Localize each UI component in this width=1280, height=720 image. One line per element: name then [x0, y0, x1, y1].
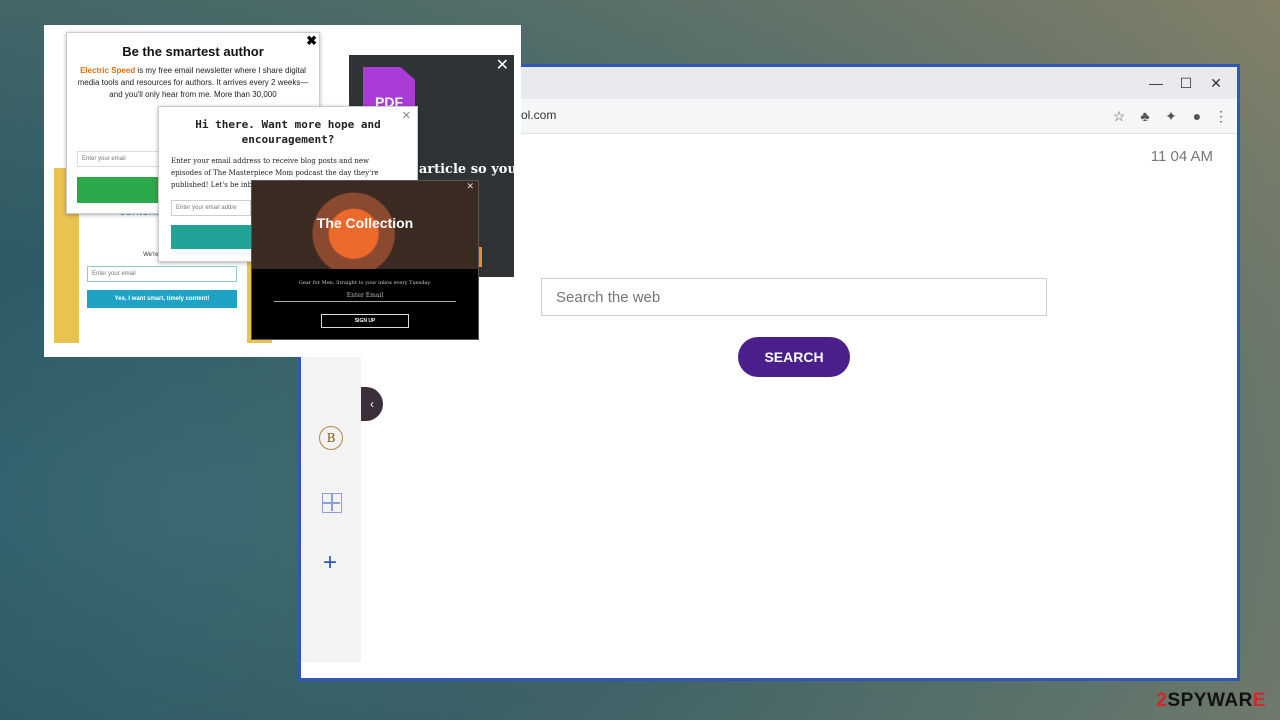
- close-icon[interactable]: ✖: [306, 33, 317, 49]
- hope-email-input[interactable]: Enter your email addre: [171, 200, 251, 216]
- author-popup-body: Electric Speed is my free email newslett…: [77, 65, 309, 101]
- search-button[interactable]: SEARCH: [738, 337, 850, 377]
- author-popup-title: Be the smartest author: [122, 44, 264, 59]
- brand-link[interactable]: Electric Speed: [80, 66, 135, 75]
- clock: 11 04 AM: [1150, 148, 1213, 165]
- bookmark-logo-icon[interactable]: B: [319, 426, 343, 450]
- collection-email-input[interactable]: Enter Email: [274, 292, 456, 302]
- profile-icon[interactable]: ●: [1187, 106, 1207, 126]
- close-window-button[interactable]: ✕: [1205, 73, 1227, 93]
- signup-button[interactable]: SIGN UP: [321, 314, 409, 328]
- collapse-sidebar-button[interactable]: ‹: [361, 387, 383, 421]
- collection-title: The Collection: [316, 215, 414, 231]
- search-input[interactable]: [541, 278, 1047, 316]
- calculator-icon[interactable]: [322, 493, 342, 513]
- menu-kebab-icon[interactable]: ⋮: [1211, 106, 1231, 126]
- popup-collage: PDF ✕ s article so you t later content m…: [44, 25, 521, 357]
- extension-icon[interactable]: ♣: [1135, 106, 1155, 126]
- content-subscribe-button[interactable]: Yes, I want smart, timely content!: [87, 290, 237, 308]
- content-email-input[interactable]: Enter your email: [87, 266, 237, 282]
- watermark-logo: 2SPYWARE: [1156, 690, 1266, 711]
- minimize-button[interactable]: —: [1145, 73, 1167, 93]
- collection-popup: The Collection ✕ Gear for Men. Straight …: [251, 180, 479, 340]
- author-subscribe-button[interactable]: [77, 177, 167, 203]
- close-icon[interactable]: ✕: [496, 55, 509, 75]
- bookmark-star-icon[interactable]: ☆: [1109, 106, 1129, 126]
- collection-tagline: Gear for Men. Straight to your inbox eve…: [298, 280, 432, 286]
- url-text[interactable]: ol.com: [521, 108, 556, 122]
- maximize-button[interactable]: ☐: [1175, 73, 1197, 93]
- extensions-puzzle-icon[interactable]: ✦: [1161, 106, 1181, 126]
- add-shortcut-icon[interactable]: +: [323, 551, 337, 575]
- hope-popup-title: Hi there. Want more hope and encourageme…: [195, 118, 381, 146]
- close-icon[interactable]: ✕: [402, 109, 411, 122]
- hope-subscribe-button[interactable]: [171, 225, 251, 249]
- author-email-input[interactable]: Enter your email: [77, 151, 167, 167]
- close-icon[interactable]: ✕: [466, 181, 474, 192]
